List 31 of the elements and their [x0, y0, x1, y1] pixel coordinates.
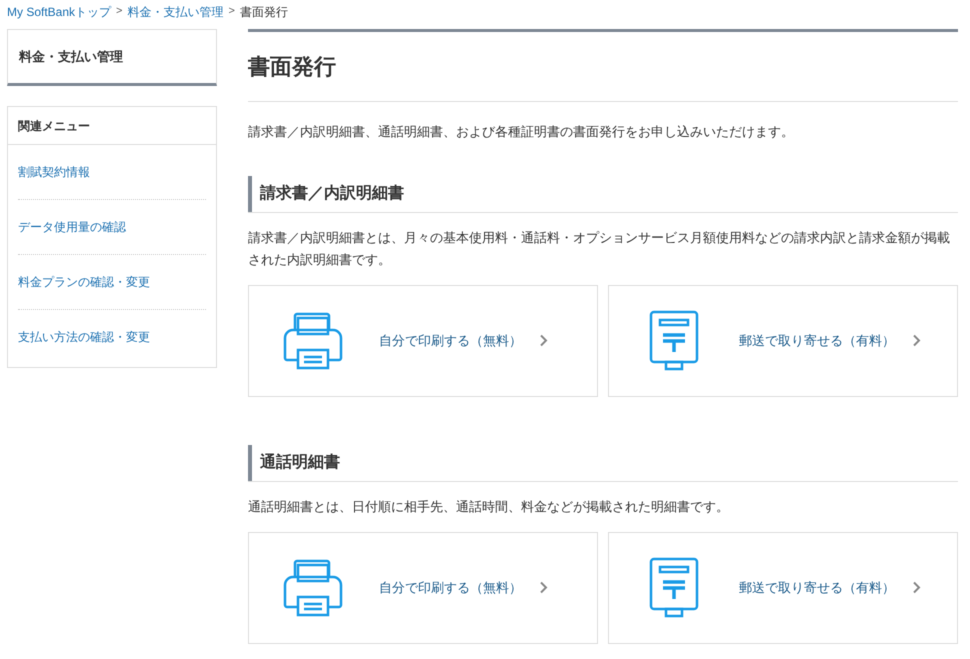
option-label: 自分で印刷する（無料）	[379, 578, 522, 597]
sidebar-menu-item[interactable]: 料金プランの確認・変更	[18, 255, 206, 309]
sidebar-menu-item[interactable]: 割賦契約情報	[18, 145, 206, 199]
option-label: 郵送で取り寄せる（有料）	[739, 332, 895, 350]
breadcrumb-separator: >	[228, 4, 235, 20]
breadcrumb-current: 書面発行	[240, 4, 288, 20]
postbox-icon	[649, 556, 699, 618]
menu-title: 関連メニュー	[8, 107, 216, 145]
sidebar-title: 料金・支払い管理	[7, 29, 217, 86]
section-description: 請求書／内訳明細書とは、月々の基本使用料・通話料・オプションサービス月額使用料などの請求内訳と請求金額が掲載された内訳明細書です。	[248, 228, 951, 268]
option-label: 郵送で取り寄せる（有料）	[739, 578, 895, 597]
chevron-right-icon	[912, 334, 921, 347]
section-heading: 請求書／内訳明細書	[248, 176, 958, 212]
sidebar-menu-item[interactable]: 支払い方法の確認・変更	[18, 310, 206, 364]
option-card[interactable]: 自分で印刷する（無料）	[248, 532, 598, 644]
breadcrumb-link[interactable]: My SoftBankトップ	[7, 2, 112, 20]
chevron-right-icon	[912, 581, 921, 594]
sidebar-menu-item[interactable]: データ使用量の確認	[18, 200, 206, 254]
section-heading: 通話明細書	[248, 444, 958, 480]
page-title: 書面発行	[248, 32, 958, 102]
postbox-icon	[649, 310, 699, 372]
chevron-right-icon	[539, 581, 548, 594]
option-card[interactable]: 自分で印刷する（無料）	[248, 284, 598, 396]
breadcrumb-separator: >	[116, 4, 122, 20]
section-description: 通話明細書とは、日付順に相手先、通話時間、料金などが掲載された明細書です。	[248, 498, 730, 516]
option-card[interactable]: 郵送で取り寄せる（有料）	[608, 284, 958, 396]
intro-text: 請求書／内訳明細書、通話明細書、および各種証明書の書面発行をお申し込みいただけます。	[248, 123, 795, 141]
option-card[interactable]: 郵送で取り寄せる（有料）	[608, 532, 958, 644]
breadcrumb-link[interactable]: 料金・支払い管理	[127, 2, 224, 20]
chevron-right-icon	[539, 334, 548, 347]
option-label: 自分で印刷する（無料）	[379, 332, 522, 350]
